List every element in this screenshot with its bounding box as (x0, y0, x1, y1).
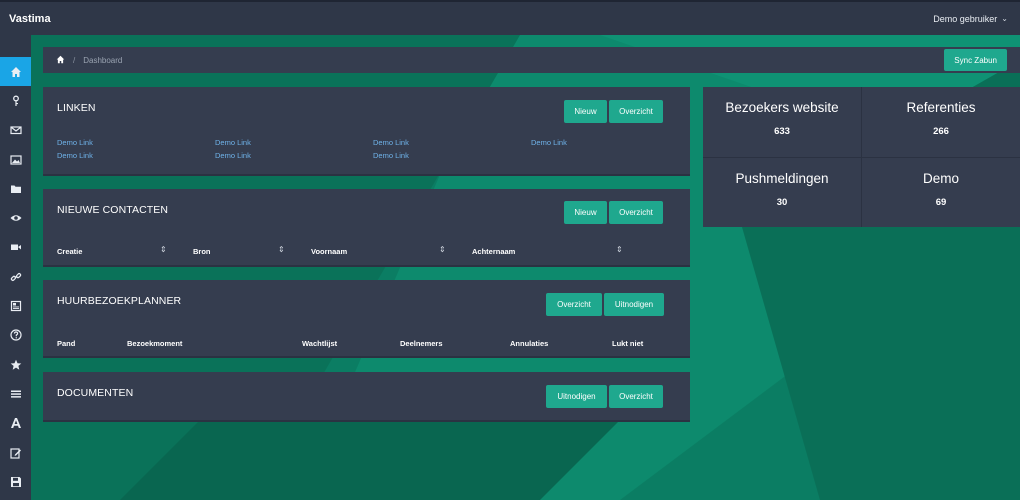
demo-link[interactable]: Demo Link (57, 151, 93, 160)
sidebar-item-video[interactable] (0, 233, 31, 262)
links-overview-button[interactable]: Overzicht (609, 100, 663, 123)
mail-icon (9, 126, 22, 135)
stat-value: 633 (774, 126, 790, 137)
column-header: Annulaties (510, 339, 549, 348)
stat-referenties: Referenties 266 (862, 87, 1020, 157)
stat-value: 266 (933, 126, 949, 137)
breadcrumb-home[interactable] (56, 55, 65, 66)
column-header: Lukt niet (612, 339, 644, 348)
image-icon (9, 154, 22, 165)
panel-title: HUURBEZOEKPLANNER (57, 295, 182, 307)
stat-label: Referenties (906, 100, 976, 115)
panel-title: DOCUMENTEN (57, 387, 134, 399)
sidebar (0, 35, 31, 500)
sidebar-item-folder[interactable] (0, 174, 31, 203)
column-header[interactable]: Creatie (57, 247, 82, 256)
sidebar-item-key[interactable] (0, 86, 31, 115)
chevron-down-icon: ⌄ (1001, 14, 1008, 23)
home-icon (56, 55, 65, 63)
folder-icon (10, 185, 21, 193)
column-header[interactable]: Bron (193, 247, 211, 256)
column-header: Wachtlijst (302, 339, 338, 348)
sidebar-item-links[interactable] (0, 262, 31, 291)
column-header[interactable]: Achternaam (472, 247, 515, 256)
stat-label: Demo (922, 171, 959, 186)
column-header: Deelnemers (400, 339, 443, 348)
demo-link[interactable]: Demo Link (531, 138, 567, 147)
sidebar-item-eye[interactable] (0, 203, 31, 232)
planner-overview-button[interactable]: Overzicht (546, 293, 602, 316)
stat-label: Pushmeldingen (735, 171, 829, 186)
contacts-overview-button[interactable]: Overzicht (609, 201, 663, 224)
planner-invite-button[interactable]: Uitnodigen (604, 293, 664, 316)
sidebar-item-menu[interactable] (0, 379, 31, 408)
demo-link[interactable]: Demo Link (373, 138, 409, 147)
column-header[interactable]: Voornaam (311, 247, 347, 256)
sidebar-item-mail[interactable] (0, 116, 31, 145)
sort-icon[interactable]: ⇕ (616, 245, 623, 254)
newspaper-icon (10, 300, 21, 312)
demo-link[interactable]: Demo Link (373, 151, 409, 160)
documents-overview-button[interactable]: Overzicht (609, 385, 663, 408)
new-contact-button[interactable]: Nieuw (564, 201, 607, 224)
stat-pushmeldingen: Pushmeldingen 30 (703, 158, 861, 228)
app-brand[interactable]: Vastima (9, 13, 51, 25)
help-icon (9, 329, 22, 341)
video-icon (10, 244, 21, 251)
sidebar-item-news[interactable] (0, 291, 31, 320)
stat-value: 69 (935, 197, 947, 208)
stat-demo: Demo 69 (862, 158, 1020, 228)
planner-panel: HUURBEZOEKPLANNER Overzicht Uitnodigen P… (43, 280, 690, 358)
linken-panel: LINKEN Nieuw Overzicht Demo Link Demo Li… (43, 87, 690, 176)
sidebar-item-edit[interactable] (0, 438, 31, 467)
demo-link[interactable]: Demo Link (215, 151, 251, 160)
eye-icon (10, 215, 21, 221)
demo-link[interactable]: Demo Link (215, 138, 251, 147)
breadcrumb-separator: / (73, 55, 76, 65)
breadcrumb-current: Dashboard (83, 55, 123, 65)
panel-title: LINKEN (57, 102, 96, 114)
home-icon (10, 66, 21, 77)
stat-value: 30 (776, 197, 788, 208)
contacten-panel: NIEUWE CONTACTEN Nieuw Overzicht Creatie… (43, 189, 690, 267)
save-icon (10, 476, 21, 487)
link-icon (10, 272, 21, 281)
stat-bezoekers-website: Bezoekers website 633 (703, 87, 861, 157)
documents-invite-button[interactable]: Uitnodigen (546, 385, 607, 408)
sort-icon[interactable]: ⇕ (160, 245, 167, 254)
sidebar-item-save[interactable] (0, 467, 31, 496)
sort-icon[interactable]: ⇕ (278, 245, 285, 254)
documenten-panel: DOCUMENTEN Uitnodigen Overzicht (43, 372, 690, 422)
edit-icon (9, 447, 21, 459)
sync-zabun-button[interactable]: Sync Zabun (944, 49, 1007, 71)
new-link-button[interactable]: Nieuw (564, 100, 607, 123)
user-menu[interactable]: Demo gebruiker ⌄ (933, 14, 1008, 24)
user-name: Demo gebruiker (933, 13, 998, 24)
font-icon (10, 418, 21, 429)
key-icon (12, 95, 19, 106)
panel-title: NIEUWE CONTACTEN (57, 204, 169, 216)
stats-panel: Bezoekers website 633 Referenties 266 Pu… (703, 87, 1020, 227)
sidebar-item-favorites[interactable] (0, 350, 31, 379)
sidebar-item-images[interactable] (0, 145, 31, 174)
demo-link[interactable]: Demo Link (57, 138, 93, 147)
column-header: Pand (57, 339, 76, 348)
star-icon (10, 359, 21, 370)
breadcrumb: / Dashboard Sync Zabun (43, 47, 1020, 73)
top-bar: Vastima Demo gebruiker ⌄ (0, 0, 1020, 35)
sidebar-item-home[interactable] (0, 57, 31, 87)
sidebar-item-help[interactable] (0, 321, 31, 350)
menu-icon (10, 390, 21, 398)
column-header: Bezoekmoment (127, 339, 183, 348)
sidebar-item-font[interactable] (0, 409, 31, 438)
stat-label: Bezoekers website (725, 100, 839, 115)
sort-icon[interactable]: ⇕ (439, 245, 446, 254)
